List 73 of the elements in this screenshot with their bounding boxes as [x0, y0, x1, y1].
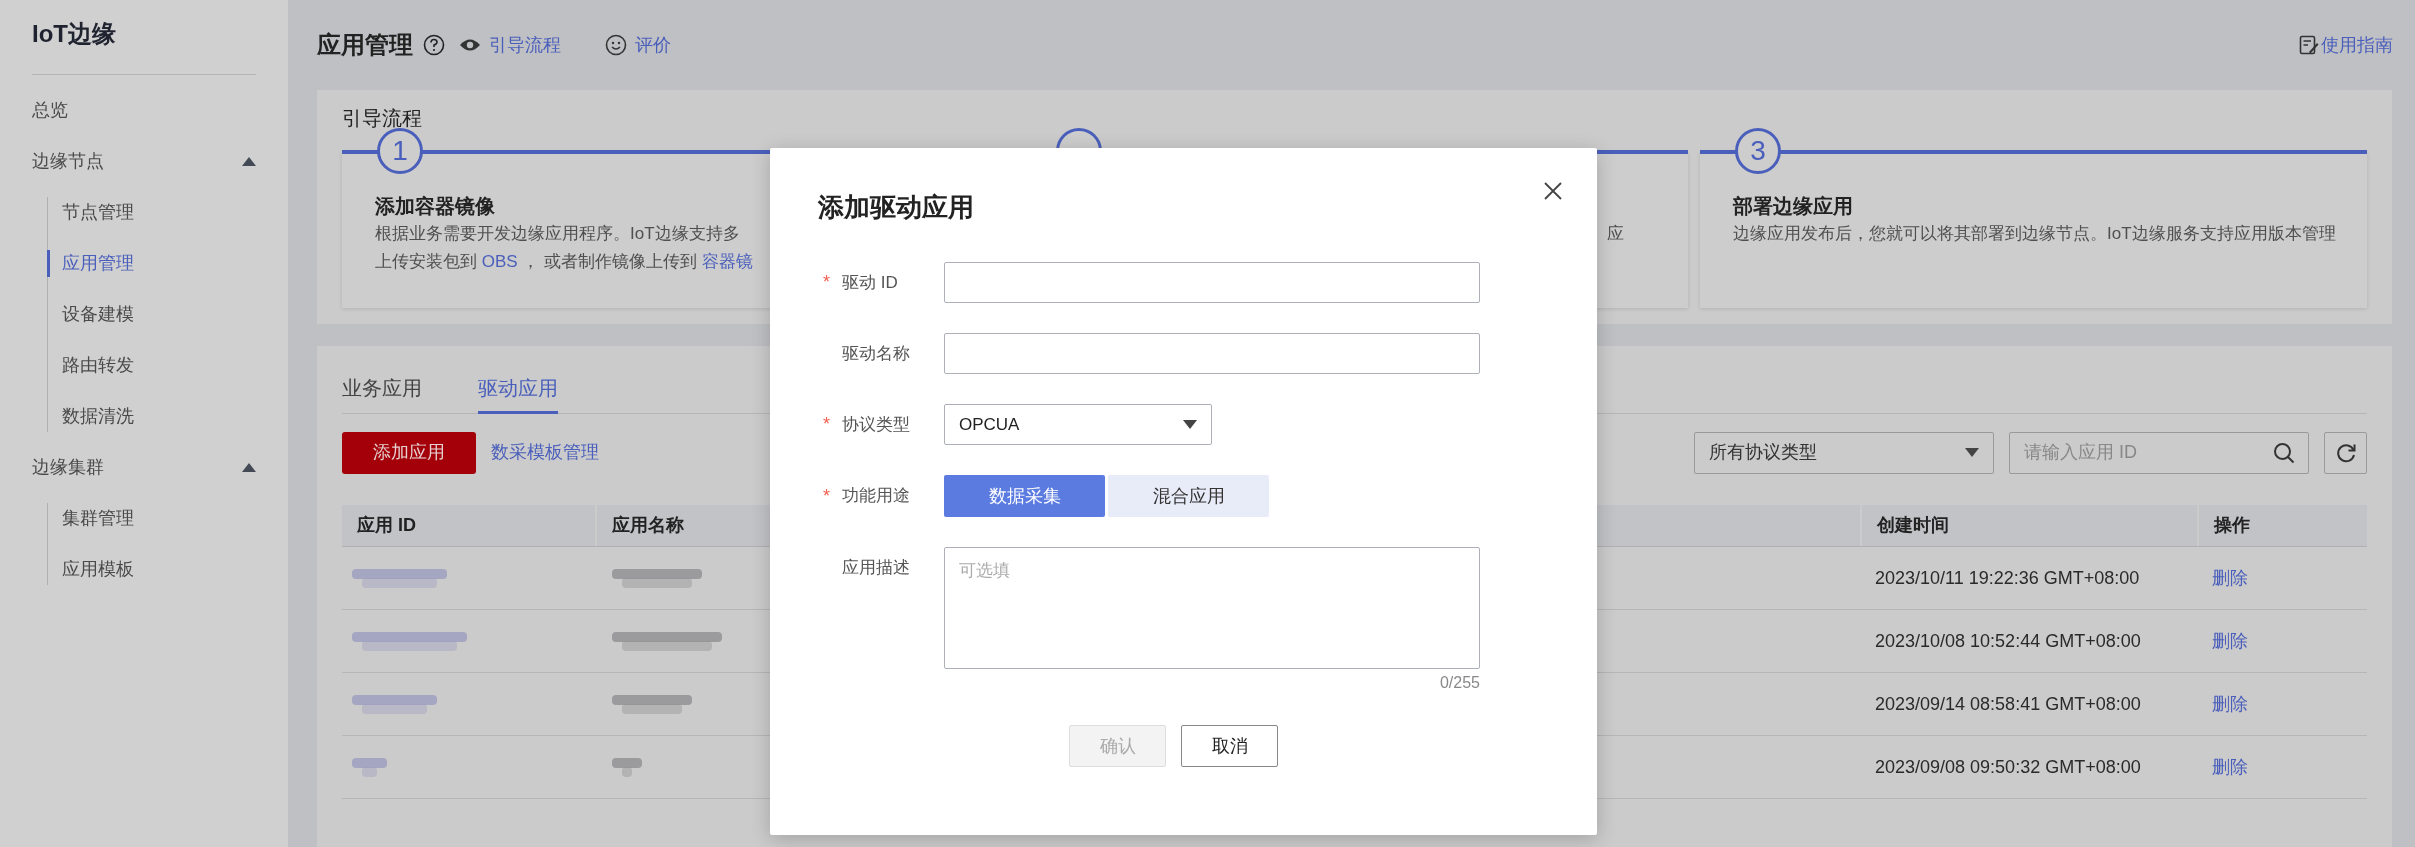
- delete-link[interactable]: 删除: [2212, 756, 2248, 777]
- delete-link[interactable]: 删除: [2212, 567, 2248, 588]
- delete-link[interactable]: 删除: [2212, 630, 2248, 651]
- caret-icon: [1183, 420, 1197, 429]
- nav-group[interactable]: 边缘集群: [32, 454, 104, 481]
- collapse-icon[interactable]: [242, 157, 256, 166]
- table-cell: 2023/10/11 19:22:36 GMT+08:00: [1875, 567, 2140, 588]
- table-cell: 2023/09/14 08:58:41 GMT+08:00: [1875, 693, 2141, 714]
- step-title: 部署边缘应用: [1733, 194, 1853, 219]
- field-label: 应用描述: [842, 557, 910, 579]
- page-title: 应用管理: [317, 30, 413, 60]
- close-icon[interactable]: [1544, 182, 1562, 200]
- tab[interactable]: 驱动应用: [478, 364, 558, 414]
- text-field[interactable]: [944, 262, 1480, 303]
- refresh-icon: [2334, 441, 2357, 464]
- field-label: 驱动名称: [842, 342, 910, 365]
- search-field[interactable]: 请输入应用 ID: [2009, 431, 2309, 474]
- tab[interactable]: 业务应用: [342, 364, 422, 414]
- table-cell: 2023/09/08 09:50:32 GMT+08:00: [1875, 756, 2141, 777]
- delete-link[interactable]: 删除: [2212, 693, 2248, 714]
- search-icon[interactable]: [2273, 441, 2295, 464]
- description-field[interactable]: 可选填: [944, 547, 1480, 669]
- nav-item[interactable]: 集群管理: [62, 505, 134, 532]
- eye-icon: [459, 38, 481, 52]
- caret-icon: [1965, 448, 1979, 457]
- nav-item[interactable]: 节点管理: [62, 199, 134, 226]
- inline-link[interactable]: OBS: [481, 252, 518, 271]
- nav-item[interactable]: 路由转发: [62, 352, 134, 379]
- char-counter: 0/255: [1439, 673, 1480, 693]
- nav-item[interactable]: 应用管理: [62, 250, 134, 277]
- nav-item[interactable]: 应用模板: [62, 556, 134, 583]
- protocol-select[interactable]: OPCUA: [944, 404, 1212, 445]
- protocol-filter[interactable]: 所有协议类型: [1694, 431, 1994, 474]
- nav-group[interactable]: 边缘节点: [32, 148, 104, 175]
- column-header: 创建时间: [1877, 514, 1949, 537]
- segment-option[interactable]: 数据采集: [944, 475, 1105, 517]
- inline-link[interactable]: 容器镜: [701, 252, 753, 271]
- column-header: 应用 ID: [357, 514, 416, 537]
- header-link[interactable]: 引导流程: [489, 31, 561, 59]
- dialog-title: 添加驱动应用: [818, 191, 974, 224]
- collapse-icon[interactable]: [242, 463, 256, 472]
- field-label: 协议类型: [842, 413, 910, 436]
- nav-item[interactable]: 数据清洗: [62, 403, 134, 430]
- cancel-button[interactable]: 取消: [1181, 725, 1278, 767]
- document-edit-icon: [2299, 35, 2319, 55]
- required-mark: *: [823, 271, 830, 294]
- product-title: IoT边缘: [32, 20, 116, 47]
- column-header: 应用名称: [612, 514, 684, 537]
- blurred-text: [612, 756, 642, 778]
- user-guide-link[interactable]: 使用指南: [2321, 31, 2393, 59]
- step-number: 3: [1735, 128, 1781, 174]
- add-app-button[interactable]: 添加应用: [342, 431, 476, 474]
- step-number: 1: [377, 128, 423, 174]
- step-description: 边缘应用发布后，您就可以将其部署到边缘节点。IoT边缘服务支持应用版本管理: [1733, 223, 2337, 245]
- template-link[interactable]: 数采模板管理: [491, 439, 599, 466]
- nav-item[interactable]: 设备建模: [62, 301, 134, 328]
- guide-title: 引导流程: [342, 106, 422, 131]
- field-label: 功能用途: [842, 485, 910, 508]
- required-mark: *: [823, 484, 830, 508]
- smiley-icon: [605, 34, 627, 56]
- step-description: 应: [1607, 223, 1624, 245]
- refresh-button[interactable]: [2324, 431, 2367, 474]
- help-icon[interactable]: [423, 34, 445, 56]
- required-mark: *: [823, 413, 830, 436]
- column-header: 操作: [2214, 514, 2250, 537]
- text-field[interactable]: [944, 333, 1480, 374]
- blurred-text: [352, 756, 387, 778]
- header-link[interactable]: 评价: [635, 31, 671, 59]
- segment-option[interactable]: 混合应用: [1108, 475, 1269, 517]
- nav-item[interactable]: 总览: [32, 97, 68, 124]
- step-title: 添加容器镜像: [375, 194, 495, 219]
- field-label: 驱动 ID: [842, 271, 898, 294]
- table-cell: 2023/10/08 10:52:44 GMT+08:00: [1875, 630, 2141, 651]
